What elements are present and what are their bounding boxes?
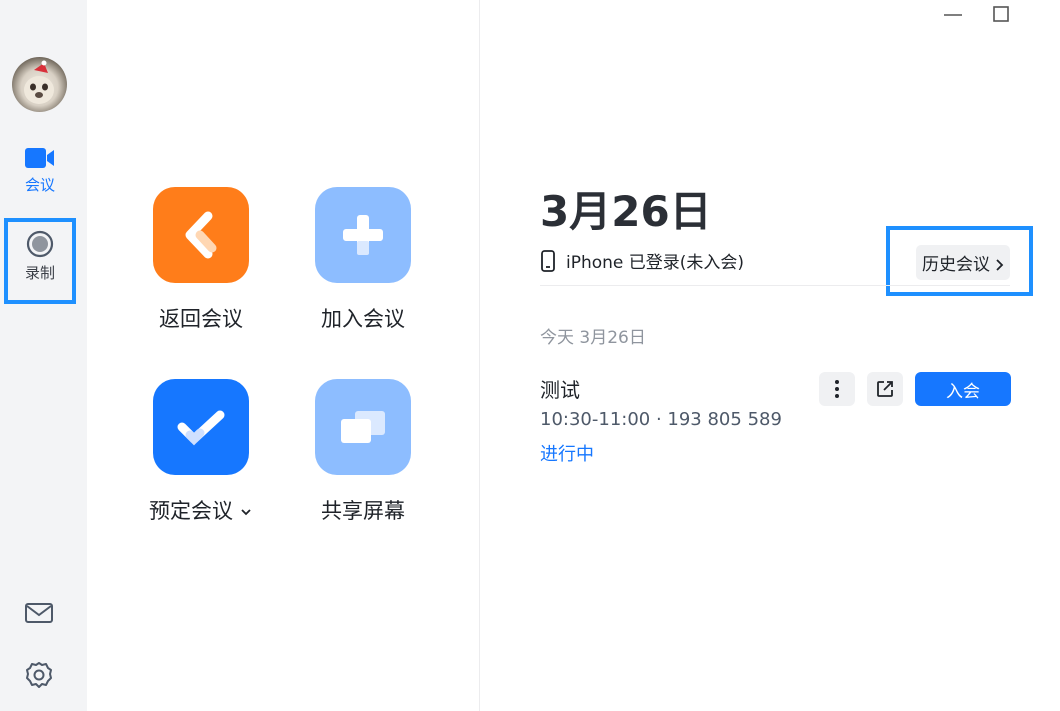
device-status-text: iPhone 已登录(未入会) [566,253,745,273]
more-vertical-icon [835,380,839,398]
more-options-button[interactable] [819,372,855,406]
share-screen-icon [341,411,385,443]
tile-label: 共享屏幕 [321,499,405,523]
schedule-meeting-button[interactable]: 预定会议 [146,379,256,525]
record-icon [26,230,54,258]
mail-icon[interactable] [24,601,54,625]
tile-label: 返回会议 [159,307,243,331]
sidebar-item-record[interactable]: 录制 [4,218,76,304]
external-link-icon [877,381,893,397]
tile-label: 预定会议 [146,495,256,525]
history-meetings-button[interactable]: 历史会议 [916,245,1010,280]
avatar[interactable] [12,57,67,112]
device-status: iPhone 已登录(未入会) [540,248,744,273]
schedule-meeting-label: 预定会议 [149,499,233,523]
tile-label: 加入会议 [321,307,405,331]
schedule-meeting-tile [153,379,249,475]
share-screen-tile [315,379,411,475]
section-date-label: 今天 3月26日 [540,328,646,348]
join-meeting-button[interactable]: 加入会议 [308,187,418,333]
join-button[interactable]: 入会 [915,372,1011,406]
video-camera-icon [25,148,54,168]
chevron-right-icon [996,259,1004,271]
return-meeting-button[interactable]: 返回会议 [146,187,256,333]
action-panel: 返回会议 加入会议 预定会议 共享屏幕 [87,0,480,711]
main-panel: 3月26日 iPhone 已登录(未入会) 历史会议 今天 3月26日 测试 1… [480,0,1060,711]
phone-icon [541,249,555,272]
gear-icon[interactable] [24,660,54,690]
history-meetings-label: 历史会议 [922,255,990,275]
maximize-icon[interactable] [990,4,1012,26]
sidebar-item-label: 会议 [24,176,55,194]
minimize-icon[interactable] [942,4,964,26]
sidebar: 会议 录制 [0,0,87,711]
share-screen-button[interactable]: 共享屏幕 [308,379,418,525]
join-meeting-tile [315,187,411,283]
return-meeting-tile [153,187,249,283]
return-icon [185,211,217,259]
sidebar-item-label: 录制 [24,264,55,282]
check-icon [177,410,225,446]
divider [540,285,1010,286]
meeting-title[interactable]: 测试 [540,374,580,403]
meeting-status: 进行中 [540,444,594,465]
meeting-time-id: 10:30-11:00 · 193 805 589 [540,409,782,430]
plus-icon [343,215,383,255]
sidebar-item-meeting[interactable]: 会议 [6,146,74,195]
meeting-app: 会议 录制 返回会议 加入会议 预定会议 共享屏幕 3月26日 iPhone 已… [0,0,1060,711]
share-meeting-button[interactable] [867,372,903,406]
page-title: 3月26日 [540,187,712,236]
chevron-down-icon[interactable] [239,505,253,519]
